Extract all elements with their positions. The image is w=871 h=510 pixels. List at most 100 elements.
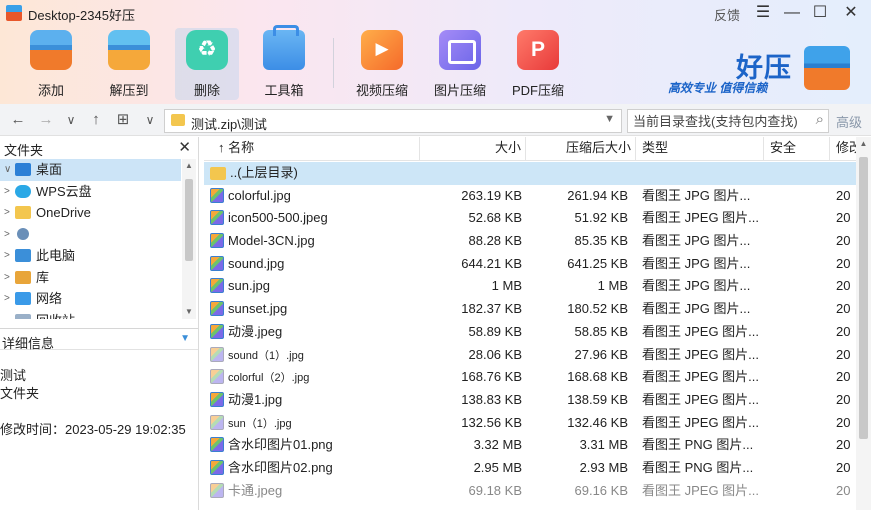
chevron-right-icon[interactable]: > <box>4 202 10 224</box>
feedback-link[interactable]: 反馈 <box>714 5 740 24</box>
image-compress-button[interactable]: 图片压缩 <box>428 28 492 100</box>
folder-tree-item[interactable]: ∨ 桌面 <box>0 159 181 181</box>
column-modified[interactable]: 修改 <box>830 137 856 161</box>
folder-tree-item[interactable]: > 网络 <box>0 288 181 310</box>
table-row[interactable]: sun（1）.jpg 132.56 KB 132.46 KB 看图王 JPEG 图片.… <box>204 412 856 435</box>
desktop-icon <box>15 163 31 176</box>
file-modified: 20 <box>836 346 851 362</box>
view-mode-button[interactable]: ⊞ <box>113 110 133 130</box>
column-security[interactable]: 安全 <box>764 137 830 161</box>
table-row[interactable]: Model-3CN.jpg 88.28 KB 85.35 KB 看图王 JPG 图片.… <box>204 230 856 253</box>
table-row[interactable]: sunset.jpg 182.37 KB 180.52 KB 看图王 JPG 图片..… <box>204 298 856 321</box>
file-name: sound.jpg <box>228 255 285 271</box>
back-button[interactable]: ← <box>8 110 28 130</box>
file-type: 看图王 JPEG 图片... <box>642 210 760 226</box>
chevron-right-icon[interactable]: > <box>4 267 10 289</box>
image-compress-icon <box>439 30 481 70</box>
folder-panel-header: 文件夹 ✕ <box>0 137 198 158</box>
table-row[interactable]: colorful.jpg 263.19 KB 261.94 KB 看图王 JPG 图片… <box>204 185 856 208</box>
minimize-button[interactable]: — <box>781 2 803 24</box>
table-row[interactable]: 动漫1.jpg 138.83 KB 138.59 KB 看图王 JPEG 图片... 2… <box>204 389 856 412</box>
toolbox-button[interactable]: 工具箱 <box>252 25 316 100</box>
table-row[interactable]: 动漫.jpeg 58.89 KB 58.85 KB 看图王 JPEG 图片... 20 <box>204 321 856 344</box>
scrollbar-thumb[interactable] <box>859 157 868 439</box>
file-packed-size: 132.46 KB <box>567 414 628 430</box>
extract-button[interactable]: 解压到 <box>97 28 161 100</box>
file-name-cell: ..(上层目录) <box>210 162 420 185</box>
file-type: 看图王 JPG 图片... <box>642 301 751 317</box>
chevron-down-icon[interactable]: ∨ <box>4 159 11 181</box>
folder-tree-label: WPS云盘 <box>36 183 92 199</box>
file-name: colorful.jpg <box>228 187 291 203</box>
column-type[interactable]: 类型 <box>636 137 764 161</box>
folder-tree-item[interactable]: > 此电脑 <box>0 245 181 267</box>
column-name[interactable]: ↑ 名称 <box>204 137 420 161</box>
chevron-right-icon[interactable]: > <box>4 224 10 246</box>
search-icon[interactable]: ⌕ <box>816 111 824 128</box>
scroll-up-icon[interactable]: ▲ <box>182 159 196 173</box>
forward-button[interactable]: → <box>36 110 56 130</box>
address-path: 测试.zip\测试 <box>191 117 267 132</box>
scroll-down-icon[interactable]: ▼ <box>182 305 196 319</box>
table-row[interactable]: ..(上层目录) <box>204 162 856 185</box>
history-dropdown[interactable]: ∨ <box>61 110 81 130</box>
file-type: 看图王 JPG 图片... <box>642 278 751 294</box>
window-title: Desktop-2345好压 <box>28 8 135 23</box>
folder-tree-item[interactable]: > OneDrive <box>0 202 181 224</box>
folder-tree-label: 此电脑 <box>36 248 76 263</box>
file-name: icon500-500.jpeg <box>228 210 328 226</box>
table-row[interactable]: 含水印图片02.png 2.95 MB 2.93 MB 看图王 PNG 图片... 20 <box>204 457 856 480</box>
toolbox-label: 工具箱 <box>264 83 304 98</box>
app-logo-icon <box>6 5 22 21</box>
table-row[interactable]: sound（1）.jpg 28.06 KB 27.96 KB 看图王 JPEG 图片.… <box>204 344 856 367</box>
table-row[interactable]: icon500-500.jpeg 52.68 KB 51.92 KB 看图王 JPEG… <box>204 207 856 230</box>
add-button[interactable]: 添加 <box>19 28 83 100</box>
image-file-icon <box>210 210 224 226</box>
search-input[interactable] <box>633 111 808 131</box>
view-mode-dropdown[interactable]: ∨ <box>140 110 160 130</box>
chevron-down-icon[interactable]: ▼ <box>604 113 615 125</box>
close-button[interactable]: ✕ <box>840 2 862 24</box>
file-name: 卡通.jpeg <box>228 482 283 498</box>
up-button[interactable]: ↑ <box>86 110 106 130</box>
file-type: 看图王 JPG 图片... <box>642 187 751 203</box>
chevron-right-icon[interactable]: > <box>4 288 10 310</box>
table-row[interactable]: 卡通.jpeg 69.18 KB 69.16 KB 看图王 JPEG 图片... 20 <box>204 480 856 503</box>
address-bar[interactable]: 测试.zip\测试 ▼ <box>164 109 622 133</box>
menu-icon[interactable]: ☰ <box>752 2 774 24</box>
delete-label: 删除 <box>193 83 220 98</box>
chevron-right-icon[interactable]: > <box>4 181 10 203</box>
image-file-icon <box>210 346 224 362</box>
delete-button[interactable]: 删除 <box>175 28 239 100</box>
column-size[interactable]: 大小 <box>420 137 526 161</box>
table-row[interactable]: sound.jpg 644.21 KB 641.25 KB 看图王 JPG 图片...… <box>204 253 856 276</box>
video-compress-button[interactable]: 视频压缩 <box>350 28 414 100</box>
details-header[interactable]: 详细信息 ▼ <box>0 328 198 351</box>
scroll-up-icon[interactable]: ▲ <box>856 139 871 148</box>
scrollbar-thumb[interactable] <box>185 179 193 261</box>
advanced-search-button[interactable]: 高级 <box>836 112 862 131</box>
column-packed-size[interactable]: 压缩后大小 <box>526 137 636 161</box>
folder-tree-item[interactable]: 回收站 <box>0 310 181 319</box>
add-archive-icon <box>30 30 72 70</box>
details-type: 文件夹 <box>0 386 40 401</box>
maximize-button[interactable]: ☐ <box>809 2 831 24</box>
chevron-down-icon[interactable]: ▼ <box>180 333 190 344</box>
folder-tree-item[interactable]: > <box>0 224 181 246</box>
table-row[interactable]: colorful（2）.jpg 168.76 KB 168.68 KB 看图王 JPE… <box>204 366 856 389</box>
chevron-right-icon[interactable]: > <box>4 245 10 267</box>
extract-icon <box>108 30 150 70</box>
file-packed-size: 3.31 MB <box>579 437 628 453</box>
table-row[interactable]: 含水印图片01.png 3.32 MB 3.31 MB 看图王 PNG 图片... 20 <box>204 434 856 457</box>
folder-tree-item[interactable]: > 库 <box>0 267 181 289</box>
network-icon <box>15 292 31 305</box>
file-size: 1 MB <box>491 278 522 294</box>
file-name-cell: sound（1）.jpg <box>210 344 420 368</box>
table-row[interactable]: sun.jpg 1 MB 1 MB 看图王 JPG 图片... 20 <box>204 275 856 298</box>
extract-label: 解压到 <box>109 83 149 98</box>
pdf-compress-button[interactable]: PDF压缩 <box>506 28 570 100</box>
close-icon[interactable]: ✕ <box>178 138 191 156</box>
folder-tree-item[interactable]: > WPS云盘 <box>0 181 181 203</box>
file-list-scrollbar[interactable]: ▲ <box>856 137 871 510</box>
folder-tree-scrollbar[interactable]: ▲ ▼ <box>182 159 196 319</box>
